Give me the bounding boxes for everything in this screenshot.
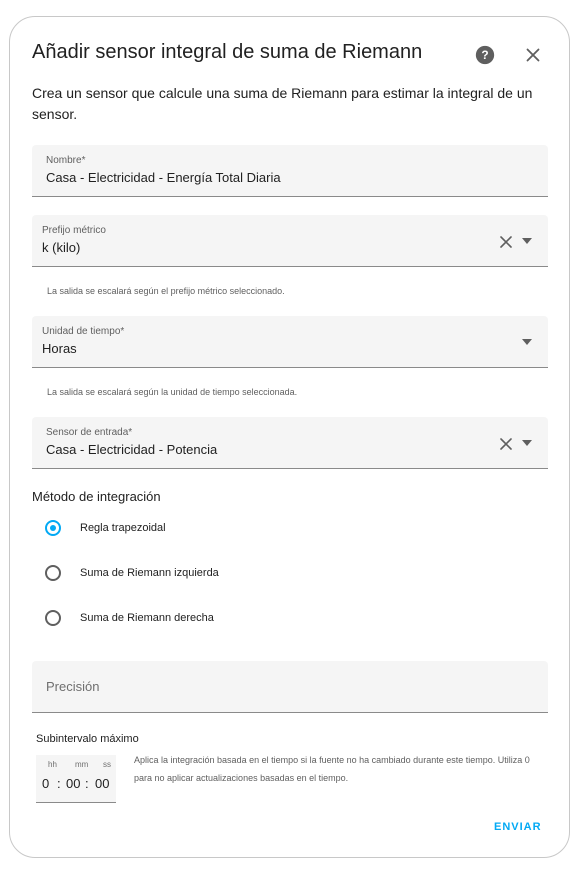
input-sensor-select[interactable]: Sensor de entrada* Casa - Electricidad -… [32, 417, 548, 469]
name-field-value[interactable]: Casa - Electricidad - Energía Total Diar… [46, 170, 281, 185]
clear-icon[interactable] [499, 235, 513, 249]
time-unit-select[interactable]: Unidad de tiempo* Horas [32, 316, 548, 368]
minutes-unit-label: mm [75, 760, 89, 769]
radio-button[interactable] [45, 565, 61, 581]
precision-placeholder: Precisión [46, 679, 100, 694]
max-subinterval-description: Aplica la integración basada en el tiemp… [134, 755, 530, 783]
radio-label: Suma de Riemann izquierda [80, 567, 219, 579]
max-subinterval-label: Subintervalo máximo [36, 733, 139, 745]
metric-prefix-select[interactable]: Prefijo métrico k (kilo) [32, 215, 548, 267]
chevron-down-icon[interactable] [522, 238, 532, 244]
time-unit-label: Unidad de tiempo* [42, 326, 125, 337]
dialog-description: Crea un sensor que calcule una suma de R… [32, 85, 533, 122]
seconds-input[interactable]: 00 [95, 776, 109, 791]
time-separator: : [57, 776, 61, 791]
name-field[interactable]: Nombre* Casa - Electricidad - Energía To… [32, 145, 548, 197]
radio-button[interactable] [45, 520, 61, 536]
input-sensor-value: Casa - Electricidad - Potencia [46, 442, 218, 457]
input-sensor-label: Sensor de entrada* [46, 427, 133, 438]
close-icon[interactable] [522, 44, 544, 66]
integration-method-label: Método de integración [32, 489, 161, 504]
hours-unit-label: hh [48, 760, 57, 769]
metric-prefix-label: Prefijo métrico [42, 225, 106, 236]
submit-button[interactable]: ENVIAR [494, 821, 542, 833]
help-icon[interactable]: ? [474, 44, 496, 66]
name-field-label: Nombre* [46, 155, 86, 166]
precision-field[interactable]: Precisión [32, 661, 548, 713]
radio-label: Regla trapezoidal [80, 522, 166, 534]
time-separator: : [85, 776, 89, 791]
chevron-down-icon[interactable] [522, 440, 532, 446]
duration-input[interactable]: hh mm ss 0 : 00 : 00 [36, 755, 116, 803]
time-unit-value: Horas [42, 341, 77, 356]
svg-text:?: ? [481, 48, 488, 62]
integration-dialog: Añadir sensor integral de suma de Rieman… [9, 16, 570, 858]
radio-label: Suma de Riemann derecha [80, 612, 214, 624]
metric-prefix-value: k (kilo) [42, 240, 81, 255]
clear-icon[interactable] [499, 437, 513, 451]
metric-prefix-helper: La salida se escalará según el prefijo m… [47, 286, 285, 296]
hours-input[interactable]: 0 [42, 776, 49, 791]
seconds-unit-label: ss [103, 760, 111, 769]
minutes-input[interactable]: 00 [66, 776, 80, 791]
time-unit-helper: La salida se escalará según la unidad de… [47, 387, 298, 397]
dialog-title: Añadir sensor integral de suma de Rieman… [32, 41, 423, 63]
chevron-down-icon[interactable] [522, 339, 532, 345]
radio-button[interactable] [45, 610, 61, 626]
